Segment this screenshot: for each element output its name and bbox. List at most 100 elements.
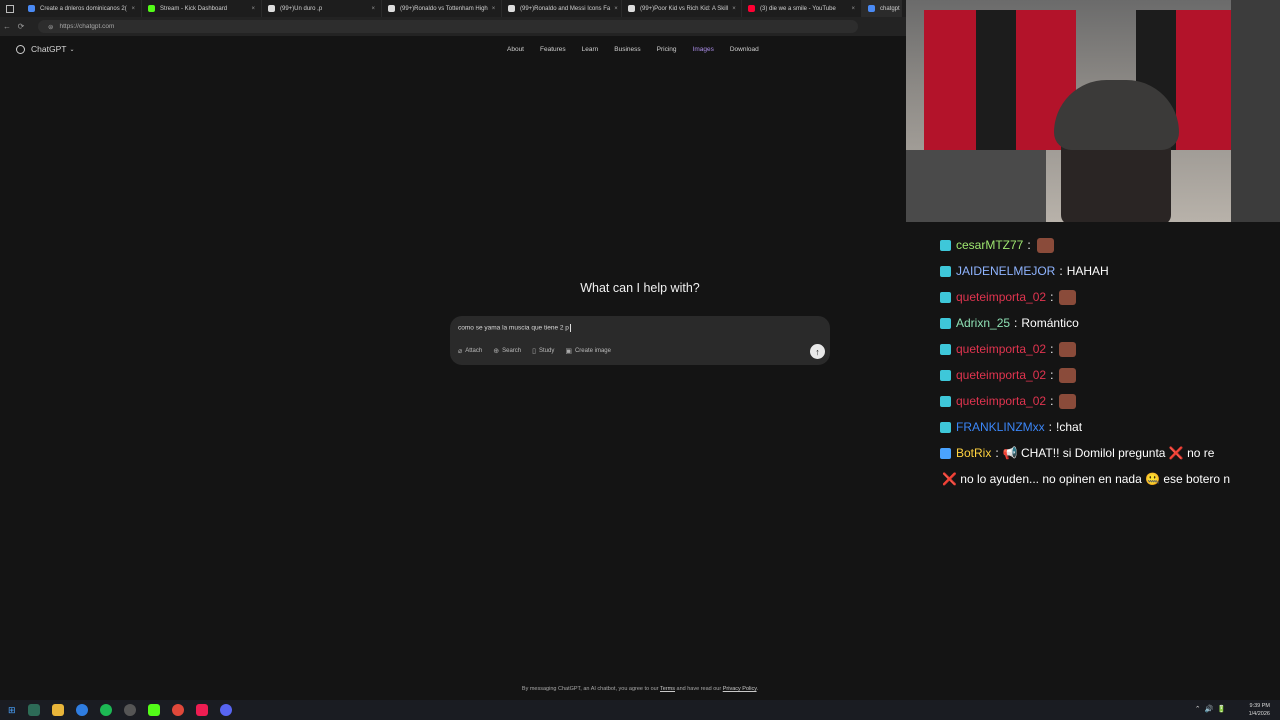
browser-tab[interactable]: Create a dnleros dominicanos 2(× <box>22 0 142 17</box>
tab-favicon-icon <box>268 5 275 12</box>
chat-username[interactable]: BotRix <box>956 446 991 460</box>
tab-close-icon[interactable]: × <box>247 6 255 12</box>
chat-username[interactable]: JAIDENELMEJOR <box>956 264 1055 278</box>
spotify-icon[interactable] <box>99 704 112 716</box>
nav-business[interactable]: Business <box>614 46 640 53</box>
chat-separator: : <box>1050 394 1054 408</box>
stream-chat: cesarMTZ77: JAIDENELMEJOR: HAHAH queteimpor… <box>940 232 1280 492</box>
reload-icon[interactable]: ⟳ <box>14 22 28 31</box>
user-badge-icon <box>940 447 951 459</box>
chat-emote-icon <box>1059 367 1077 383</box>
send-button[interactable]: ↑ <box>810 344 825 359</box>
file-explorer-icon[interactable] <box>51 704 64 716</box>
site-info-icon[interactable]: ⊜ <box>48 23 53 31</box>
back-icon[interactable]: ← <box>0 22 14 31</box>
tab-favicon-icon <box>868 5 875 12</box>
search-button[interactable]: ⊕ Search <box>493 347 521 355</box>
chat-message: queteimporta_02: <box>940 284 1280 310</box>
chat-username[interactable]: queteimporta_02 <box>956 368 1046 382</box>
study-button[interactable]: ▯ Study <box>532 347 554 355</box>
user-badge-icon <box>940 395 951 407</box>
tiktok-icon[interactable] <box>195 704 208 716</box>
tab-close-icon[interactable]: × <box>488 6 496 12</box>
nav-pricing[interactable]: Pricing <box>657 46 677 53</box>
chat-text: 📢 CHAT!! si Domilol pregunta ❌ no re <box>1002 446 1215 460</box>
tab-favicon-icon <box>388 5 395 12</box>
attach-label: Attach <box>465 348 483 354</box>
tab-favicon-icon <box>508 5 515 12</box>
nav-features[interactable]: Features <box>540 46 566 53</box>
paperclip-icon: ⌀ <box>458 348 463 355</box>
brand-name: ChatGPT <box>31 44 67 54</box>
url-field[interactable]: ⊜ https://chatgpt.com <box>38 20 858 33</box>
tab-favicon-icon <box>28 5 35 12</box>
attach-button[interactable]: ⌀ Attach <box>458 347 482 355</box>
create-image-label: Create image <box>574 348 611 354</box>
chat-username[interactable]: Adrixn_25 <box>956 316 1010 330</box>
kick-icon[interactable] <box>147 704 160 716</box>
windows-taskbar: ⊞ ⌃🔊🔋 9:39 PM 1/4/2026 <box>0 700 1280 720</box>
chat-username[interactable]: queteimporta_02 <box>956 290 1046 304</box>
tab-close-icon[interactable]: × <box>610 6 618 12</box>
terminal-icon[interactable] <box>27 704 40 716</box>
browser-tab[interactable]: (99+)Poor Kid vs Rich Kid: A Skill × <box>622 0 742 17</box>
chat-username[interactable]: queteimporta_02 <box>956 342 1046 356</box>
privacy-policy-link[interactable]: Privacy Policy <box>723 686 757 692</box>
chat-username[interactable]: FRANKLINZMxx <box>956 420 1045 434</box>
window-menu-icon[interactable] <box>6 4 14 13</box>
user-badge-icon <box>940 291 951 303</box>
prompt-input[interactable]: como se yama la muscia que tiene 2 p <box>458 324 571 332</box>
chat-username[interactable]: queteimporta_02 <box>956 394 1046 408</box>
user-badge-icon <box>940 239 951 251</box>
tab-title: Create a dnleros dominicanos 2( <box>40 5 127 12</box>
chat-emote-icon <box>1059 341 1077 357</box>
tab-close-icon[interactable]: × <box>847 6 855 12</box>
create-image-button[interactable]: ▣ Create image <box>565 347 611 355</box>
tab-title: (99+)Ronaldo vs Tottenham High <box>400 5 488 12</box>
chat-message: Adrixn_25: Romántico <box>940 310 1280 336</box>
browser-tab[interactable]: Stream - Kick Dashboard × <box>142 0 262 17</box>
tab-title: (99+)Un duro ,p <box>280 5 323 12</box>
chat-text: Romántico <box>1021 316 1079 330</box>
chat-emote-icon <box>1036 237 1054 253</box>
browser-tab[interactable]: (99+)Ronaldo and Messi Icons Fa × <box>502 0 622 17</box>
tab-close-icon[interactable]: × <box>728 6 736 12</box>
windows-start-icon[interactable]: ⊞ <box>8 705 16 716</box>
tab-close-icon[interactable]: × <box>127 6 135 12</box>
chat-message: queteimporta_02: <box>940 336 1280 362</box>
globe-icon: ⊕ <box>493 348 500 355</box>
chat-username[interactable]: cesarMTZ77 <box>956 238 1023 252</box>
browser-tab[interactable]: (3) die we a smile - YouTube × <box>742 0 862 17</box>
clock-date: 1/4/2026 <box>1248 711 1270 717</box>
browser-tab[interactable]: chatgpt - S <box>862 0 902 17</box>
arrow-up-icon: ↑ <box>815 346 820 357</box>
obs-icon[interactable] <box>123 704 136 716</box>
chat-separator: : <box>1050 368 1054 382</box>
chat-message: BotRix: 📢 CHAT!! si Domilol pregunta ❌ no… <box>940 440 1280 466</box>
tab-close-icon[interactable]: × <box>367 6 375 12</box>
clothes-rack <box>1231 0 1280 222</box>
terms-link[interactable]: Terms <box>660 686 675 692</box>
user-badge-icon <box>940 317 951 329</box>
browser-alt-icon[interactable] <box>171 704 184 716</box>
chrome-icon[interactable] <box>75 704 88 716</box>
tab-favicon-icon <box>148 5 155 12</box>
tab-title: Stream - Kick Dashboard <box>160 5 228 12</box>
browser-tab[interactable]: (99+)Ronaldo vs Tottenham High × <box>382 0 502 17</box>
footer-end: . <box>756 686 759 692</box>
curtain-dark-1 <box>976 10 1016 150</box>
nav-about[interactable]: About <box>507 46 524 53</box>
nav-learn[interactable]: Learn <box>582 46 599 53</box>
openai-logo-icon <box>16 44 25 54</box>
legal-footer: By messaging ChatGPT, an AI chatbot, you… <box>450 686 830 692</box>
chat-message: FRANKLINZMxx: !chat <box>940 414 1280 440</box>
clock[interactable]: 9:39 PM 1/4/2026 <box>1249 702 1270 718</box>
chatgpt-logo-menu[interactable]: ChatGPT ⌄ <box>16 44 74 54</box>
system-tray-icons[interactable]: ⌃🔊🔋 <box>1195 705 1230 713</box>
bed <box>906 150 1046 222</box>
chat-separator: : <box>1048 420 1053 434</box>
discord-icon[interactable] <box>219 704 232 716</box>
browser-tab[interactable]: (99+)Un duro ,p × <box>262 0 382 17</box>
nav-download[interactable]: Download <box>730 46 759 53</box>
nav-images[interactable]: Images <box>693 46 714 53</box>
